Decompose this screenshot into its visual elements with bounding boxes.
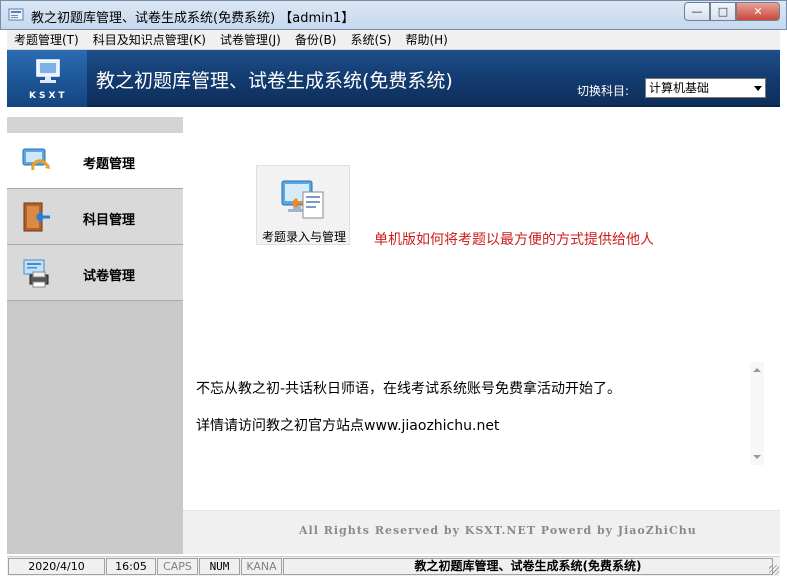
- menu-system[interactable]: 系统(S): [343, 30, 398, 50]
- status-num: NUM: [199, 558, 240, 575]
- minimize-button[interactable]: —: [684, 2, 710, 21]
- menu-paper[interactable]: 试卷管理(J): [213, 30, 288, 50]
- help-link[interactable]: 单机版如何将考题以最方便的方式提供给他人: [374, 229, 654, 249]
- status-bar: 2020/4/10 16:05 CAPS NUM KANA 教之初题库管理、试卷…: [7, 556, 780, 576]
- title-bar[interactable]: 教之初题库管理、试卷生成系统(免费系统) 【admin1】 — □ ✕: [0, 0, 787, 30]
- scroll-down-icon[interactable]: [753, 455, 761, 459]
- exam-entry-tile[interactable]: 考题录入与管理: [256, 165, 350, 245]
- banner-title: 教之初题库管理、试卷生成系统(免费系统): [96, 70, 453, 92]
- status-caps: CAPS: [157, 558, 198, 575]
- footer-bar: All Rights Reserved by KSXT.NET Powerd b…: [183, 510, 780, 554]
- sidebar: 考题管理 科目管理 试卷管理: [7, 117, 183, 554]
- computer-logo-icon: [36, 59, 60, 83]
- subject-select-value: 计算机基础: [649, 81, 710, 95]
- menu-subject[interactable]: 科目及知识点管理(K): [86, 30, 213, 50]
- subject-select[interactable]: 计算机基础: [645, 78, 766, 98]
- header-banner: KSXT 教之初题库管理、试卷生成系统(免费系统) 切换科目: 计算机基础: [7, 50, 780, 107]
- sidebar-top-strip: [7, 117, 183, 133]
- sidebar-item-subject[interactable]: 科目管理: [7, 189, 183, 245]
- subject-switch-label: 切换科目:: [577, 84, 630, 98]
- window-title: 教之初题库管理、试卷生成系统(免费系统) 【admin1】: [31, 11, 355, 26]
- menu-help[interactable]: 帮助(H): [398, 30, 454, 50]
- resize-grip-icon[interactable]: [769, 565, 779, 575]
- status-app-name: 教之初题库管理、试卷生成系统(免费系统): [283, 558, 773, 575]
- sidebar-item-label: 试卷管理: [83, 269, 136, 284]
- menu-exam[interactable]: 考题管理(T): [7, 30, 86, 50]
- status-time: 16:05: [106, 558, 156, 575]
- notice-line-2[interactable]: 详情请访问教之初官方站点www.jiaozhichu.net: [196, 415, 499, 435]
- close-button[interactable]: ✕: [736, 2, 780, 21]
- minimize-icon: —: [691, 5, 703, 18]
- sidebar-item-exam[interactable]: 考题管理: [7, 133, 183, 189]
- maximize-icon: □: [717, 5, 729, 18]
- logo-text: KSXT: [29, 91, 68, 101]
- maximize-button[interactable]: □: [710, 2, 736, 21]
- chevron-down-icon: [754, 86, 762, 91]
- main-panel: 考题录入与管理 单机版如何将考题以最方便的方式提供给他人 不忘从教之初-共话秋日…: [183, 117, 780, 554]
- copyright-text: All Rights Reserved by KSXT.NET Powerd b…: [299, 524, 697, 537]
- status-kana: KANA: [241, 558, 282, 575]
- notice-scrollbar[interactable]: [750, 362, 764, 465]
- exam-entry-icon: [281, 180, 324, 219]
- menu-backup[interactable]: 备份(B): [288, 30, 344, 50]
- printer-icon: [23, 259, 49, 288]
- close-icon: ✕: [753, 5, 763, 18]
- exam-entry-label: 考题录入与管理: [261, 230, 346, 244]
- sidebar-item-paper[interactable]: 试卷管理: [7, 245, 183, 301]
- logo: KSXT: [7, 50, 87, 107]
- exam-refresh-icon: [22, 148, 50, 171]
- notice-line-1: 不忘从教之初-共话秋日师语，在线考试系统账号免费拿活动开始了。: [196, 381, 622, 397]
- app-icon: [8, 8, 24, 21]
- sidebar-item-label: 科目管理: [83, 213, 136, 228]
- scroll-up-icon[interactable]: [753, 368, 761, 372]
- status-date: 2020/4/10: [8, 558, 105, 575]
- menu-bar: 考题管理(T) 科目及知识点管理(K) 试卷管理(J) 备份(B) 系统(S) …: [7, 30, 780, 50]
- sidebar-item-label: 考题管理: [83, 157, 136, 172]
- book-arrow-icon: [23, 202, 50, 232]
